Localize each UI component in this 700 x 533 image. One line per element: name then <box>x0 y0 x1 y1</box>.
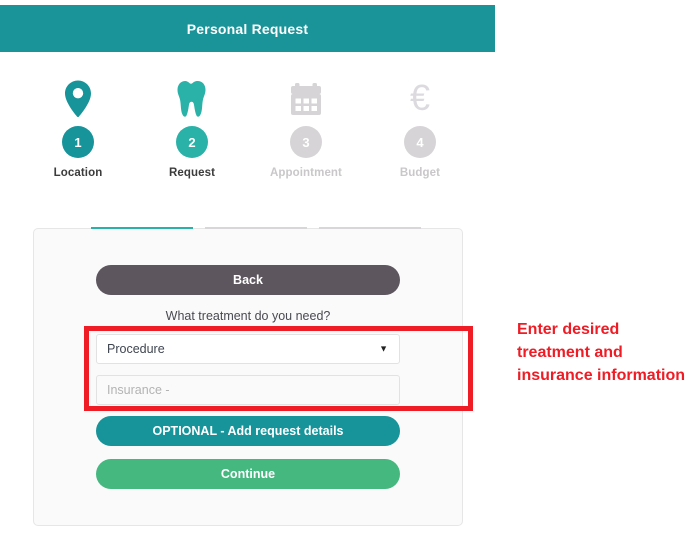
euro-icon: € <box>363 72 477 118</box>
page-header: Personal Request <box>0 5 495 52</box>
connector-3-4 <box>319 227 421 229</box>
calendar-icon <box>249 72 363 118</box>
procedure-select-value: Procedure <box>107 342 165 356</box>
step-appointment[interactable]: 3 Appointment <box>249 72 363 179</box>
step-request[interactable]: 2 Request <box>135 72 249 179</box>
step-budget[interactable]: € 4 Budget <box>363 72 477 179</box>
step-number-4: 4 <box>404 126 436 158</box>
back-button[interactable]: Back <box>96 265 400 295</box>
connector-1-2 <box>91 227 193 229</box>
step-number-2: 2 <box>176 126 208 158</box>
continue-button[interactable]: Continue <box>96 459 400 489</box>
insurance-input-placeholder: Insurance - <box>107 383 170 397</box>
request-form-card: Back What treatment do you need? Procedu… <box>33 228 463 526</box>
page-title: Personal Request <box>186 20 309 37</box>
chevron-down-icon: ▼ <box>379 343 388 354</box>
add-request-details-button[interactable]: OPTIONAL - Add request details <box>96 416 400 446</box>
map-pin-icon <box>21 72 135 118</box>
step-label-appointment: Appointment <box>269 167 342 179</box>
tooth-icon <box>135 72 249 118</box>
step-label-budget: Budget <box>399 167 441 179</box>
treatment-fields-group: Procedure ▼ Insurance - <box>96 334 400 405</box>
step-label-request: Request <box>168 167 216 179</box>
step-location[interactable]: 1 Location <box>21 72 135 179</box>
procedure-select[interactable]: Procedure ▼ <box>96 334 400 364</box>
step-number-3: 3 <box>290 126 322 158</box>
insurance-field-wrapper[interactable]: Insurance - <box>96 375 400 405</box>
treatment-question-label: What treatment do you need? <box>165 309 331 323</box>
connector-2-3 <box>205 227 307 229</box>
progress-stepper: 1 Location 2 Request 3 Appointment € 4 B… <box>0 72 495 229</box>
step-label-location: Location <box>53 167 103 179</box>
annotation-text: Enter desired treatment and insurance in… <box>517 321 686 385</box>
step-number-1: 1 <box>62 126 94 158</box>
svg-text:€: € <box>410 78 430 118</box>
